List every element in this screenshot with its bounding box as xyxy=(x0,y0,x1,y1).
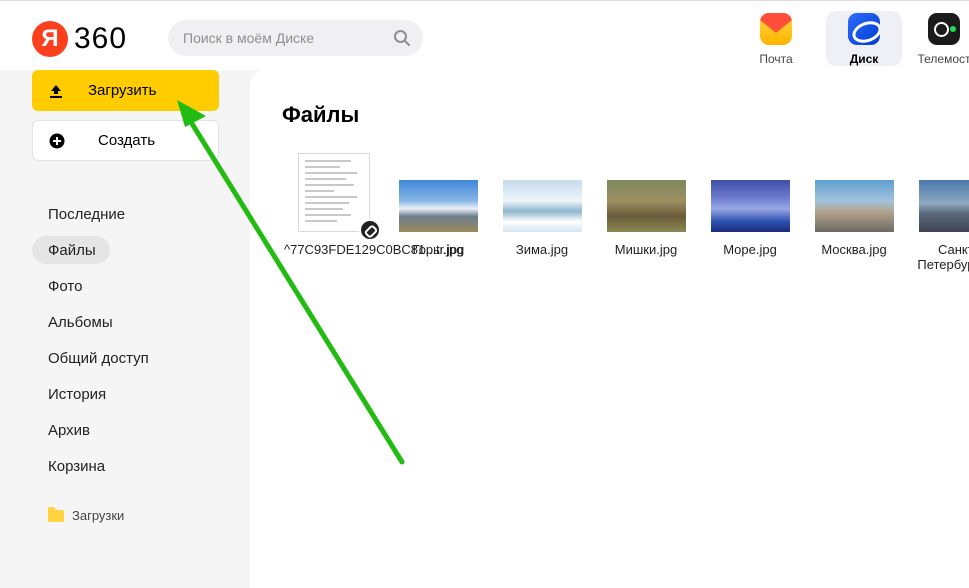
service-telemost[interactable]: Телемост xyxy=(914,11,969,66)
file-name: Море.jpg xyxy=(723,242,777,257)
file-thumb-wrap xyxy=(386,150,490,240)
file-thumb-wrap xyxy=(802,150,906,240)
bears-thumbnail xyxy=(606,180,686,232)
sidebar-item-recent[interactable]: Последние xyxy=(32,196,232,232)
file-item[interactable]: Море.jpg xyxy=(698,150,802,257)
file-name: Горы.jpg xyxy=(412,242,464,257)
folder-icon xyxy=(48,506,64,522)
logo-ya-mark: Я xyxy=(32,21,68,57)
service-telemost-label: Телемост xyxy=(917,52,969,66)
disk-icon xyxy=(848,13,880,45)
sidebar-item-trash[interactable]: Корзина xyxy=(32,448,232,484)
create-button-label: Создать xyxy=(98,132,156,149)
file-item[interactable]: Зима.jpg xyxy=(490,150,594,257)
sidebar-item-albums[interactable]: Альбомы xyxy=(32,304,232,340)
search-bar[interactable] xyxy=(168,20,423,56)
upload-button[interactable]: Загрузить xyxy=(32,70,219,111)
service-mail-label: Почта xyxy=(759,52,793,66)
moscow-thumbnail xyxy=(814,180,894,232)
sea-thumbnail xyxy=(710,180,790,232)
upload-button-label: Загрузить xyxy=(88,82,157,99)
document-thumbnail xyxy=(298,153,370,232)
main-content: Файлы ^77C93FDE129C0BC81...tr.jpg Горы.j… xyxy=(250,70,969,588)
file-thumb-wrap xyxy=(490,150,594,240)
folder-label: Загрузки xyxy=(72,508,125,523)
file-name: ^77C93FDE129C0BC81...tr.jpg xyxy=(284,242,465,257)
file-name: Москва.jpg xyxy=(821,242,887,257)
sidebar-item-files[interactable]: Файлы xyxy=(32,236,110,264)
mail-icon xyxy=(760,13,792,45)
spb-thumbnail xyxy=(918,180,969,232)
top-header: Я 360 Почта Диск Телемост xyxy=(0,0,969,70)
sidebar-item-photo[interactable]: Фото xyxy=(32,268,232,304)
sidebar-item-history[interactable]: История xyxy=(32,376,232,412)
file-thumb-wrap xyxy=(282,150,386,241)
search-input[interactable] xyxy=(183,30,388,46)
sidebar-item-archive[interactable]: Архив xyxy=(32,412,232,448)
file-name: Зима.jpg xyxy=(515,242,569,257)
yandex-360-logo[interactable]: Я 360 xyxy=(32,21,127,57)
mountains-thumbnail xyxy=(398,180,478,232)
service-disk-label: Диск xyxy=(849,52,879,66)
file-item[interactable]: Горы.jpg xyxy=(386,150,490,257)
service-disk[interactable]: Диск xyxy=(826,11,902,66)
sidebar-item-shared[interactable]: Общий доступ xyxy=(32,340,232,376)
file-grid: ^77C93FDE129C0BC81...tr.jpg Горы.jpg Зим… xyxy=(282,150,969,290)
plus-circle-icon xyxy=(49,133,65,148)
service-mail[interactable]: Почта xyxy=(738,11,814,66)
file-thumb-wrap xyxy=(698,150,802,240)
sidebar-folder-downloads[interactable]: Загрузки xyxy=(48,506,125,523)
shared-link-icon xyxy=(359,219,381,241)
file-name: Санкт-Петербург.jpg xyxy=(917,242,969,272)
search-icon[interactable] xyxy=(393,29,411,47)
sidebar-nav: Последние Файлы Фото Альбомы Общий досту… xyxy=(32,196,232,484)
winter-thumbnail xyxy=(502,180,582,232)
file-item[interactable]: Санкт-Петербург.jpg xyxy=(906,150,969,272)
file-thumb-wrap xyxy=(906,150,969,240)
file-item[interactable]: Москва.jpg xyxy=(802,150,906,257)
logo-360-text: 360 xyxy=(74,22,128,55)
upload-icon xyxy=(50,84,62,98)
file-thumb-wrap xyxy=(594,150,698,240)
telemost-icon xyxy=(928,13,960,45)
file-name: Мишки.jpg xyxy=(614,242,678,257)
file-item[interactable]: ^77C93FDE129C0BC81...tr.jpg xyxy=(282,150,465,257)
create-button[interactable]: Создать xyxy=(32,120,219,161)
page-title: Файлы xyxy=(282,102,360,127)
file-item[interactable]: Мишки.jpg xyxy=(594,150,698,257)
